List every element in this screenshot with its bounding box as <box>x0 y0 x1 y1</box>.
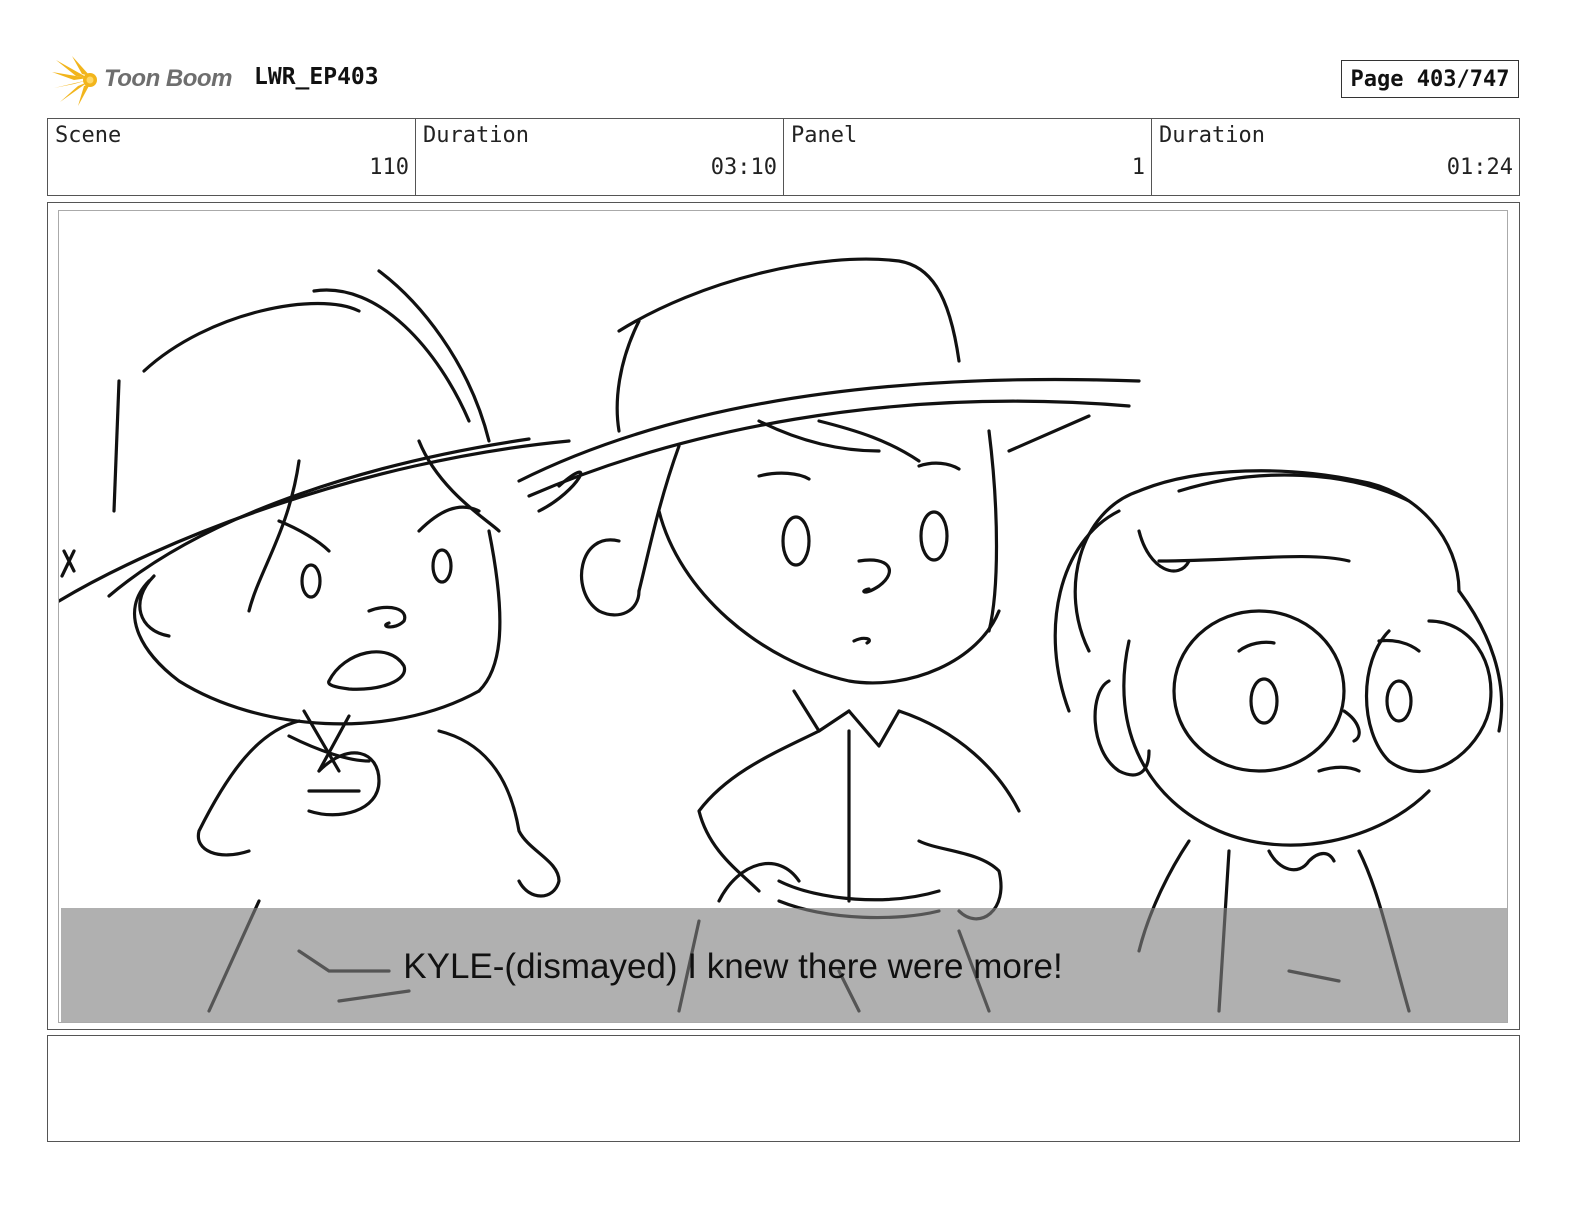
toon-boom-logo: Toon Boom <box>50 54 240 108</box>
scene-duration-value: 03:10 <box>710 155 777 180</box>
scene-duration-label: Duration <box>423 123 529 148</box>
logo-text: Toon Boom <box>104 65 232 92</box>
notes-box <box>47 1035 1520 1142</box>
scene-label: Scene <box>55 123 122 148</box>
page-number: Page 403/747 <box>1341 60 1519 98</box>
storyboard-sketch <box>59 257 1504 1013</box>
panel-duration-value: 01:24 <box>1446 155 1513 180</box>
panel-duration-label: Duration <box>1159 123 1265 148</box>
panel-image-area: KYLE-(dismayed) I knew there were more! <box>58 210 1508 1023</box>
scene-value: 110 <box>369 155 409 180</box>
scene-info-row: Scene 110 Duration 03:10 Panel 1 Duratio… <box>47 118 1520 196</box>
storyboard-panel: KYLE-(dismayed) I knew there were more! <box>47 202 1520 1030</box>
panel-cell: Panel 1 <box>784 119 1152 195</box>
scene-cell: Scene 110 <box>48 119 416 195</box>
character-left-sketch <box>59 269 571 1013</box>
character-middle-sketch <box>517 257 1141 1013</box>
scene-duration-cell: Duration 03:10 <box>416 119 784 195</box>
panel-label: Panel <box>791 123 858 148</box>
panel-caption: KYLE-(dismayed) I knew there were more! <box>403 947 1063 986</box>
panel-value: 1 <box>1131 155 1145 180</box>
project-title: LWR_EP403 <box>254 64 379 90</box>
panel-duration-cell: Duration 01:24 <box>1152 119 1519 195</box>
